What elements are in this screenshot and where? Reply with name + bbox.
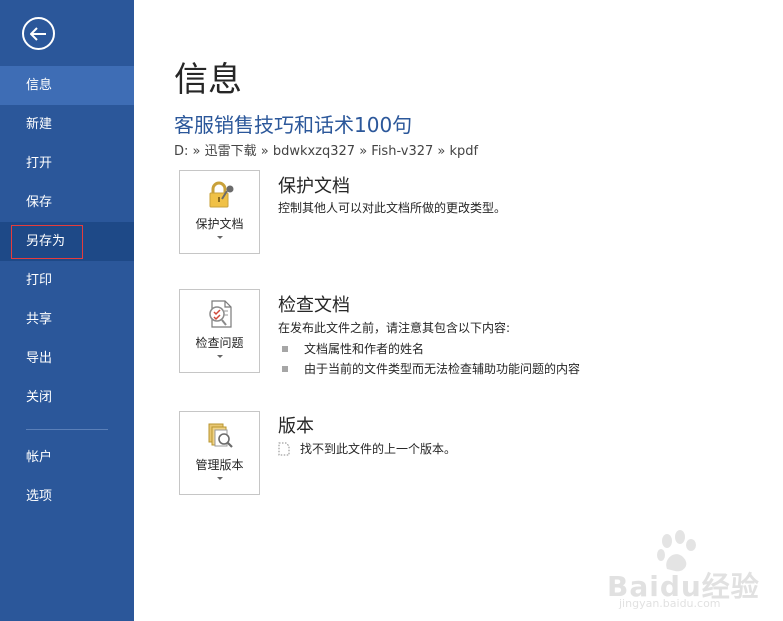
check-issues-button[interactable]: 检查问题 (179, 289, 260, 373)
versions-status: 找不到此文件的上一个版本。 (278, 440, 456, 457)
bullet-icon (282, 365, 288, 372)
document-title: 客服销售技巧和话术100句 (174, 113, 413, 137)
nav-open-label: 打开 (26, 156, 53, 171)
nav-account[interactable]: 帐户 (0, 438, 134, 477)
nav-options[interactable]: 选项 (0, 477, 134, 516)
inspect-heading: 检查文档 (278, 295, 350, 316)
nav-share-label: 共享 (26, 312, 53, 327)
bullet-icon (282, 345, 288, 352)
inspect-bullet-text: 文档属性和作者的姓名 (304, 342, 425, 356)
inspect-bullet-text: 由于当前的文件类型而无法检查辅助功能问题的内容 (304, 362, 581, 376)
nav-export-label: 导出 (26, 351, 53, 366)
chevron-down-icon (217, 236, 223, 239)
back-arrow-icon (30, 26, 46, 41)
nav-divider (26, 429, 108, 430)
nav-new[interactable]: 新建 (0, 105, 134, 144)
manage-versions-button[interactable]: 管理版本 (179, 411, 260, 495)
protect-document-button-label: 保护文档 (195, 217, 244, 231)
nav-save-label: 保存 (26, 195, 53, 210)
back-button[interactable] (22, 17, 55, 50)
lock-key-icon (209, 181, 234, 208)
nav-print[interactable]: 打印 (0, 261, 134, 300)
nav-print-label: 打印 (26, 273, 53, 288)
protect-document-button[interactable]: 保护文档 (179, 170, 260, 254)
watermark-url: jingyan.baidu.com (619, 597, 721, 610)
versions-description: 找不到此文件的上一个版本。 (300, 442, 457, 456)
inspect-description: 在发布此文件之前，请注意其包含以下内容: (278, 321, 511, 335)
nav-new-label: 新建 (26, 117, 53, 132)
nav-options-label: 选项 (26, 489, 53, 504)
protect-heading: 保护文档 (278, 176, 350, 197)
nav-info-label: 信息 (26, 78, 53, 93)
manage-versions-button-label: 管理版本 (195, 458, 244, 472)
baidu-watermark: Baidu经验 jingyan.baidu.com (605, 527, 765, 610)
chevron-down-icon (217, 477, 223, 480)
nav-save-as[interactable]: 另存为 (0, 222, 134, 261)
backstage-nav-bottom: 帐户 选项 (0, 438, 134, 516)
backstage-sidebar: 信息 新建 打开 保存 另存为 打印 共享 导出 关闭 帐户 选项 (0, 0, 134, 621)
info-panel: 信息 客服销售技巧和话术100句 D: » 迅雷下载 » bdwkxzq327 … (134, 0, 783, 621)
backstage-nav: 信息 新建 打开 保存 另存为 打印 共享 导出 关闭 (0, 66, 134, 417)
inspect-bullet: 文档属性和作者的姓名 (282, 340, 424, 357)
nav-close-label: 关闭 (26, 390, 53, 405)
highlight-outline (11, 225, 83, 259)
nav-info[interactable]: 信息 (0, 66, 134, 105)
document-dotted-icon (278, 442, 290, 455)
versions-heading: 版本 (278, 416, 314, 437)
nav-export[interactable]: 导出 (0, 339, 134, 378)
protect-description: 控制其他人可以对此文档所做的更改类型。 (278, 201, 507, 215)
inspect-document-icon (209, 300, 232, 328)
check-issues-button-label: 检查问题 (195, 336, 244, 350)
breadcrumb: D: » 迅雷下载 » bdwkxzq327 » Fish-v327 » kpd… (174, 144, 479, 159)
page-title: 信息 (174, 60, 242, 100)
inspect-bullet: 由于当前的文件类型而无法检查辅助功能问题的内容 (282, 360, 580, 377)
nav-open[interactable]: 打开 (0, 144, 134, 183)
nav-save[interactable]: 保存 (0, 183, 134, 222)
nav-share[interactable]: 共享 (0, 300, 134, 339)
manage-versions-icon (208, 423, 233, 448)
nav-account-label: 帐户 (26, 450, 53, 465)
nav-close[interactable]: 关闭 (0, 378, 134, 417)
chevron-down-icon (217, 355, 223, 358)
